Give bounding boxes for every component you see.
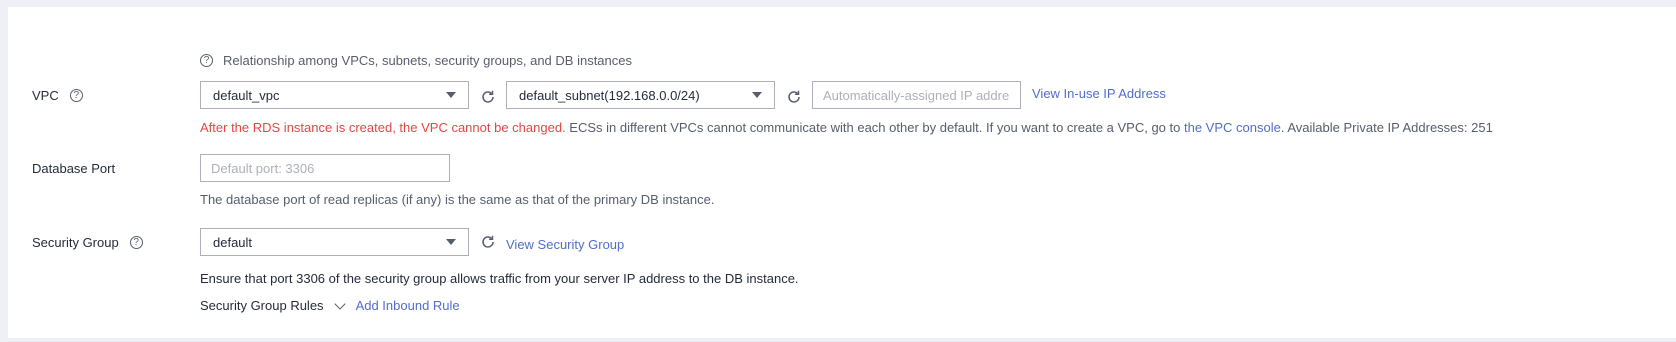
vpc-console-link[interactable]: the VPC console (1184, 120, 1281, 135)
relationship-note: ? Relationship among VPCs, subnets, secu… (200, 53, 632, 68)
refresh-icon[interactable] (786, 89, 802, 105)
caret-down-icon (446, 239, 456, 245)
security-group-label: Security Group (32, 235, 119, 250)
view-security-group-link[interactable]: View Security Group (506, 237, 624, 252)
security-group-select-value: default (213, 234, 253, 250)
security-group-rules-row: Security Group Rules Add Inbound Rule (200, 297, 460, 313)
database-port-input[interactable] (200, 154, 450, 182)
caret-down-icon (752, 92, 762, 98)
available-ip-text: . Available Private IP Addresses: 251 (1280, 120, 1493, 135)
refresh-icon[interactable] (480, 234, 496, 250)
security-group-label-row: Security Group ? (32, 235, 143, 250)
database-port-label: Database Port (32, 161, 116, 176)
add-inbound-rule-link[interactable]: Add Inbound Rule (356, 298, 460, 313)
security-group-note: Ensure that port 3306 of the security gr… (200, 271, 799, 286)
help-icon[interactable]: ? (200, 54, 213, 67)
vpc-label-row: VPC ? (32, 88, 83, 103)
vpc-help-icon[interactable]: ? (69, 89, 83, 102)
security-group-help-icon[interactable]: ? (129, 236, 143, 249)
refresh-icon[interactable] (480, 89, 496, 105)
security-group-rules-toggle[interactable]: Security Group Rules (200, 298, 324, 313)
subnet-select-value: default_subnet(192.168.0.0/24) (519, 87, 700, 103)
vpc-label: VPC (32, 88, 59, 103)
vpc-select-value: default_vpc (213, 87, 280, 103)
chevron-down-icon[interactable] (333, 297, 346, 310)
vpc-select[interactable]: default_vpc (200, 81, 469, 109)
vpc-warning-red: After the RDS instance is created, the V… (200, 120, 566, 135)
database-port-hint: The database port of read replicas (if a… (200, 192, 715, 207)
ip-address-input[interactable] (812, 81, 1021, 109)
vpc-warning: After the RDS instance is created, the V… (200, 120, 1493, 135)
subnet-select[interactable]: default_subnet(192.168.0.0/24) (506, 81, 775, 109)
database-port-label-row: Database Port (32, 161, 115, 176)
view-in-use-ip-link[interactable]: View In-use IP Address (1032, 86, 1166, 101)
security-group-select[interactable]: default (200, 228, 469, 256)
relationship-note-text: Relationship among VPCs, subnets, securi… (223, 53, 632, 68)
vpc-warning-text: ECSs in different VPCs cannot communicat… (565, 120, 1184, 135)
caret-down-icon (446, 92, 456, 98)
